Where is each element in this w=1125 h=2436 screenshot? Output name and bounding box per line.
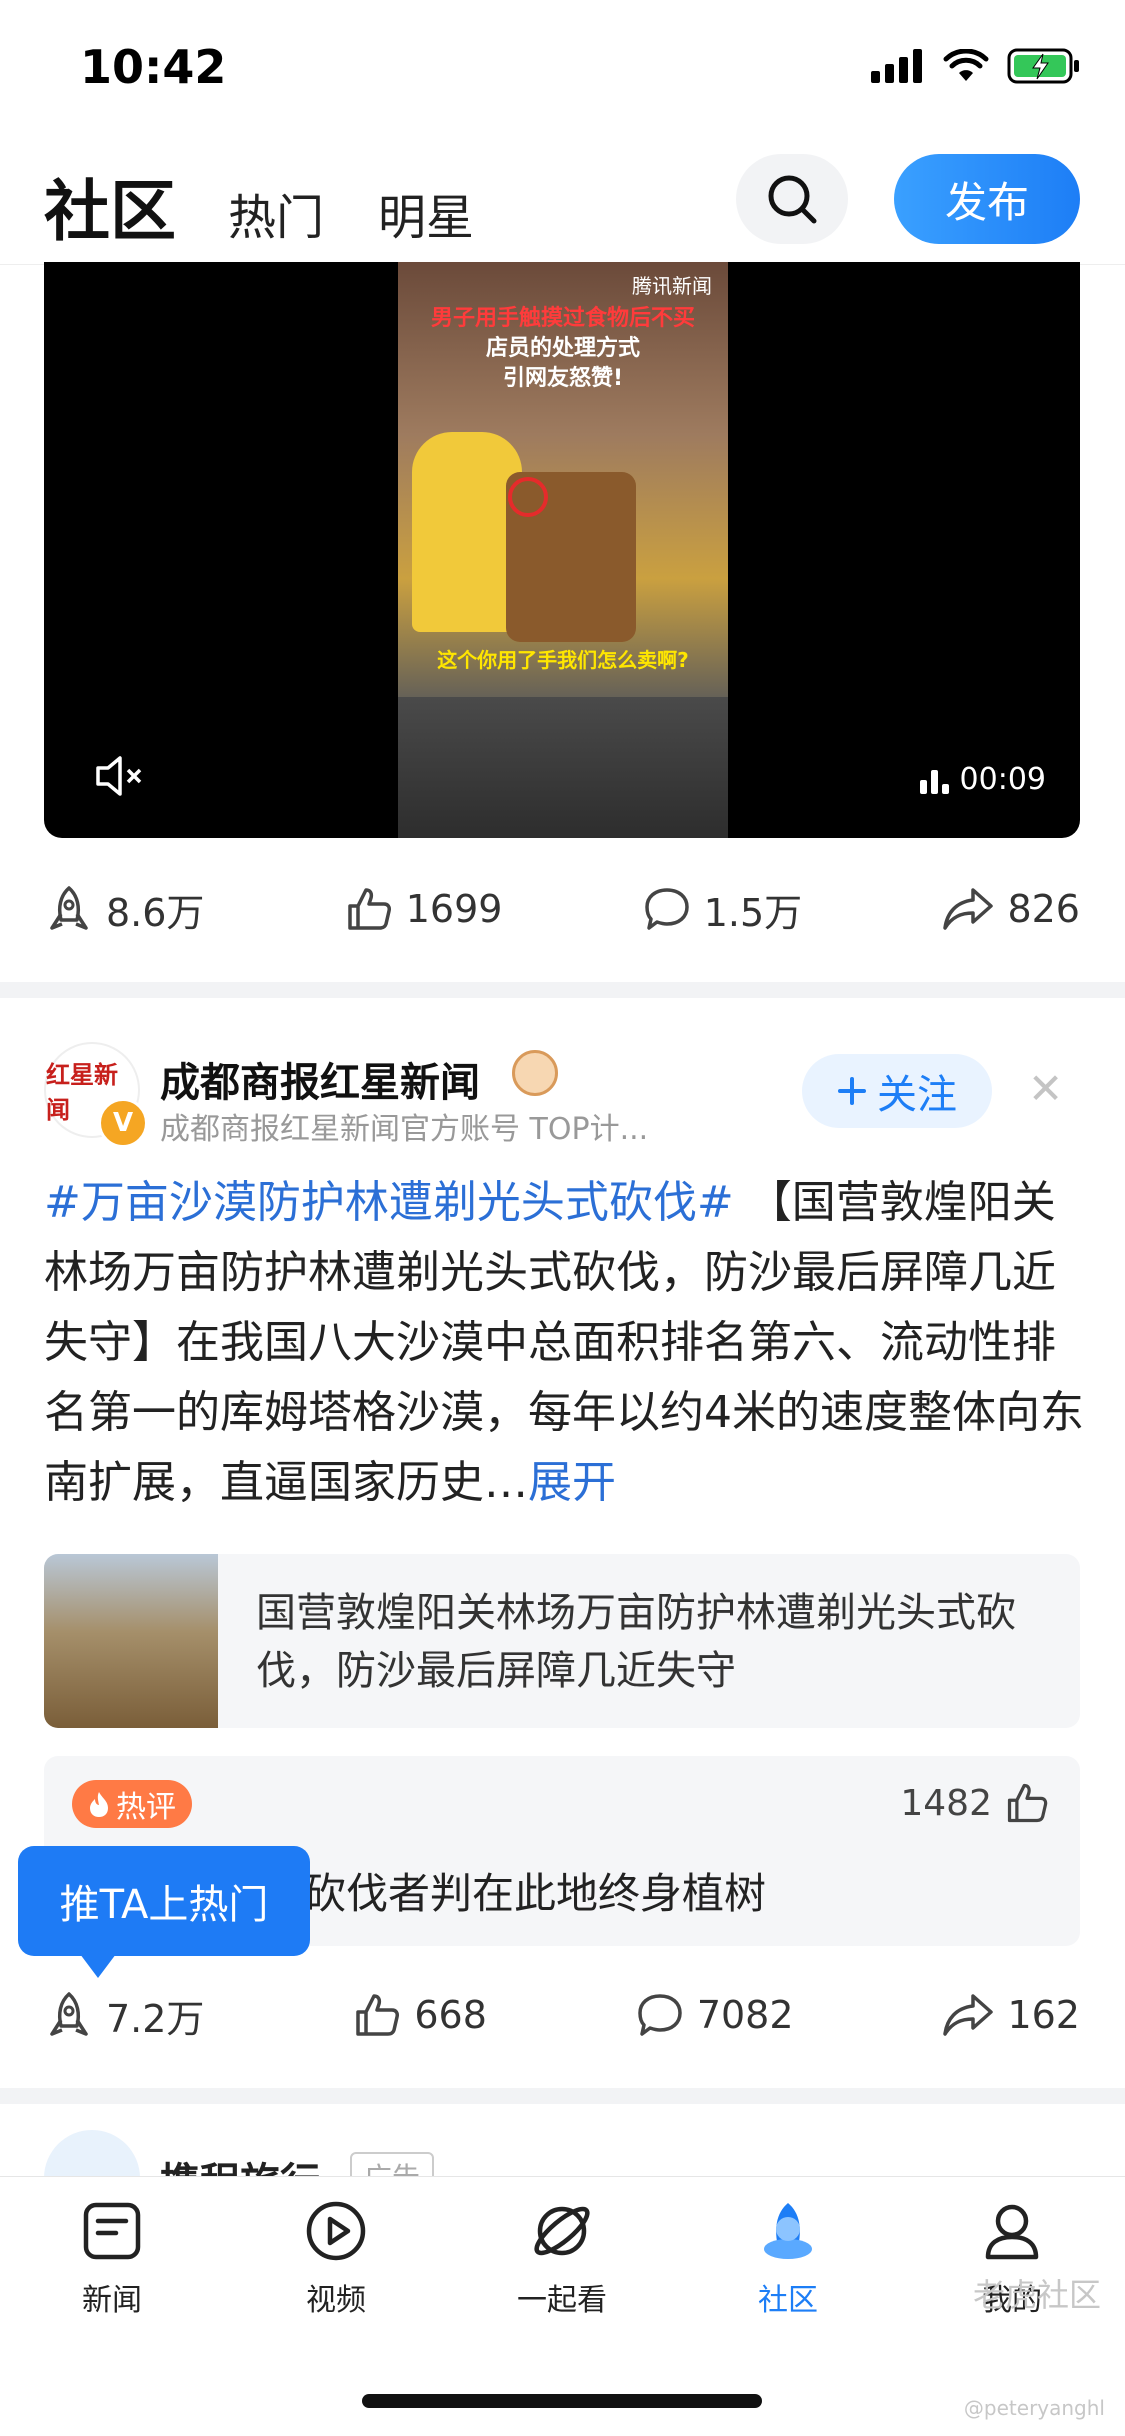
top-header: 社区 热门 明星 发布 (0, 140, 1125, 265)
comments-count: 7082 (696, 1993, 794, 2037)
video-action-bar: 8.6万 1699 1.5万 826 (44, 864, 1080, 954)
follow-label: 关注 (877, 1072, 957, 1118)
rocket-icon (50, 1992, 88, 2036)
nav-news[interactable]: 新闻 (32, 2199, 192, 2319)
boost-button[interactable]: 7.2万 (44, 1988, 204, 2043)
hot-comment-text: 砍伐者判在此地终身植树 (304, 1869, 767, 1918)
verified-badge-icon: V (98, 1098, 148, 1148)
hot-comment-like-button[interactable]: 1482 (900, 1780, 1050, 1826)
likes-count: 668 (414, 1993, 487, 2037)
tab-community[interactable]: 社区 (44, 158, 176, 254)
nav-video-label: 视频 (306, 2283, 366, 2318)
rocket-icon (764, 2203, 812, 2259)
search-icon (768, 175, 817, 224)
article-thumbnail (44, 1554, 218, 1728)
watermark-username: @peteryanghl (963, 2396, 1105, 2420)
hot-comment-badge: 热评 (72, 1780, 192, 1828)
nav-community-label: 社区 (758, 2283, 818, 2318)
likes-count: 1699 (405, 887, 503, 931)
publish-button[interactable]: 发布 (894, 154, 1080, 244)
nav-watch-together-label: 一起看 (517, 2283, 607, 2318)
user-icon (985, 2204, 1039, 2260)
comment-button[interactable]: 1.5万 (642, 882, 802, 937)
video-headline-line2: 店员的处理方式 (485, 336, 640, 361)
nav-video[interactable]: 视频 (256, 2199, 416, 2319)
video-blur-area (398, 697, 728, 838)
author-description: 成都商报红星新闻官方账号 TOP计... (160, 1112, 649, 1147)
share-icon (943, 888, 994, 930)
comment-icon (638, 1994, 682, 2036)
hot-badge-label: 热评 (116, 1790, 176, 1825)
article-link-card[interactable]: 国营敦煌阳关林场万亩防护林遭剃光头式砍伐，防沙最后屏障几近失守 (44, 1554, 1080, 1728)
shares-count: 826 (1007, 887, 1080, 931)
dismiss-post-icon[interactable]: ✕ (1028, 1064, 1063, 1113)
push-trending-tooltip[interactable]: 推TA上热门 (18, 1846, 310, 1978)
share-button[interactable]: 826 (941, 884, 1080, 934)
author-name[interactable]: 成都商报红星新闻 (160, 1050, 480, 1108)
plus-icon (838, 1077, 866, 1105)
comment-icon (644, 888, 689, 930)
expand-link[interactable]: 展开 (528, 1457, 616, 1508)
video-caption: 这个你用了手我们怎么卖啊? (437, 648, 689, 672)
comment-button[interactable]: 7082 (635, 1990, 794, 2040)
share-button[interactable]: 162 (941, 1990, 1080, 2040)
thumbs-up-icon (347, 888, 391, 930)
share-icon (943, 1994, 994, 2036)
thumbs-up-icon (356, 1994, 400, 2036)
comments-count: 1.5万 (703, 890, 803, 935)
shares-count: 162 (1007, 1993, 1080, 2037)
play-circle-icon (306, 2201, 366, 2261)
section-separator (0, 982, 1125, 998)
search-button[interactable] (736, 154, 848, 244)
mute-icon[interactable] (92, 752, 148, 804)
video-source-logo: 腾讯新闻 (632, 274, 712, 298)
like-button[interactable]: 1699 (344, 884, 503, 934)
video-duration: 00:09 (919, 762, 1046, 797)
video-highlight-circle (508, 477, 548, 517)
video-headline-line3: 引网友怒赞! (502, 366, 624, 391)
tab-stars[interactable]: 明星 (378, 178, 474, 248)
article-link-title: 国营敦煌阳关林场万亩防护林遭剃光头式砍伐，防沙最后屏障几近失守 (256, 1590, 1016, 1694)
nav-community[interactable]: 社区 (708, 2199, 868, 2319)
post-hashtag[interactable]: #万亩沙漠防护林遭剃光头式砍伐# (44, 1177, 734, 1228)
views-count: 8.6万 (106, 890, 205, 935)
status-time: 10:42 (80, 40, 227, 94)
views-count: 7.2万 (106, 1996, 205, 2041)
tab-hot[interactable]: 热门 (228, 178, 324, 248)
audio-bars-icon (919, 769, 949, 794)
follow-button[interactable]: 关注 (802, 1054, 992, 1128)
post-body[interactable]: #万亩沙漠防护林遭剃光头式砍伐# 【国营敦煌阳关林场万亩防护林遭剃光头式砍伐，防… (44, 1168, 1084, 1518)
section-separator (0, 2088, 1125, 2104)
signal-icon (871, 49, 922, 83)
nav-news-label: 新闻 (82, 2283, 142, 2318)
planet-icon (534, 2206, 590, 2256)
like-button[interactable]: 668 (352, 1990, 487, 2040)
flame-icon (90, 1792, 108, 1817)
post-action-bar: 7.2万 668 7082 162 (44, 1970, 1080, 2060)
status-icons (871, 48, 1081, 84)
status-bar: 10:42 (0, 0, 1125, 130)
video-headline: 男子用手触摸过食物后不买 店员的处理方式 引网友怒赞! (398, 304, 728, 394)
watermark: 老虎社区 (972, 2276, 1101, 2314)
home-indicator[interactable] (362, 2394, 762, 2408)
video-player[interactable]: 腾讯新闻 男子用手触摸过食物后不买 店员的处理方式 引网友怒赞! 这个你用了手我… (44, 262, 1080, 838)
video-frame: 腾讯新闻 男子用手触摸过食物后不买 店员的处理方式 引网友怒赞! 这个你用了手我… (398, 262, 728, 838)
rocket-icon (50, 886, 88, 930)
wifi-icon (943, 49, 989, 81)
nav-watch-together[interactable]: 一起看 (482, 2199, 642, 2319)
thumbs-up-icon (1007, 1783, 1048, 1823)
video-headline-line1: 男子用手触摸过食物后不买 (430, 306, 695, 331)
battery-charging-icon (1007, 48, 1079, 84)
author-level-badge-icon (512, 1050, 558, 1096)
video-duration-text: 00:09 (959, 762, 1046, 797)
hot-comment-likes: 1482 (900, 1782, 992, 1824)
news-icon (83, 2202, 141, 2260)
boost-button[interactable]: 8.6万 (44, 882, 204, 937)
